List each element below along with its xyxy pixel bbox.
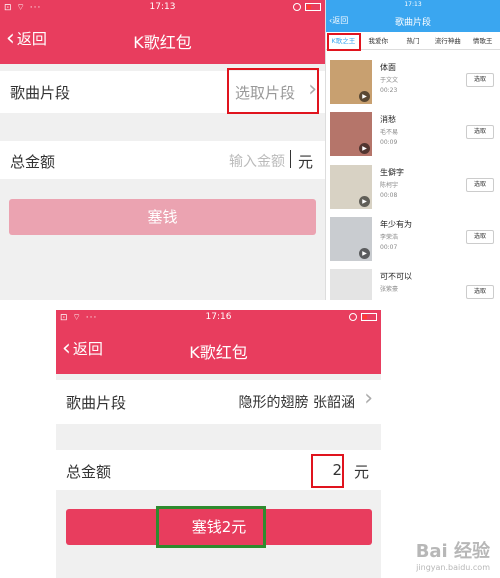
select-button[interactable]: 选取 — [466, 285, 494, 299]
nav-bar: ‹返回 歌曲片段 — [326, 10, 500, 32]
battery-icon — [305, 3, 321, 11]
play-icon[interactable]: ▶ — [359, 248, 370, 259]
tab-wo-ai-ni[interactable]: 我爱你 — [361, 32, 396, 49]
status-right-icons — [349, 313, 377, 321]
song-artist: 陈柯宇 — [380, 182, 399, 189]
highlight-box-red — [227, 68, 319, 114]
song-fragment-label: 歌曲片段 — [10, 84, 71, 102]
currency-unit: 元 — [297, 153, 313, 171]
song-name: 生僻字 — [380, 168, 404, 177]
play-icon[interactable]: ▶ — [359, 143, 370, 154]
song-artist: 李荣浩 — [380, 234, 399, 241]
song-duration: 00:23 — [380, 87, 398, 94]
status-time: 17:13 — [404, 1, 422, 8]
status-bar: 17:13 — [326, 0, 500, 10]
song-artist: 毛不易 — [380, 129, 399, 136]
song-duration: 00:09 — [380, 139, 398, 146]
currency-unit: 元 — [353, 463, 369, 481]
amount-label: 总金额 — [10, 153, 56, 171]
alarm-icon — [349, 313, 357, 321]
select-button[interactable]: 选取 — [466, 230, 494, 244]
song-artist: 张紫豪 — [380, 286, 399, 293]
song-item[interactable]: ▶ 消愁 毛不易 00:09 选取 — [326, 108, 500, 160]
song-duration: 00:07 — [380, 244, 398, 251]
song-item[interactable]: ▶ 体面 于文文 00:23 选取 — [326, 56, 500, 108]
watermark-text: Bai 经验 — [415, 541, 490, 562]
submit-button-disabled[interactable]: 塞钱 — [9, 199, 316, 235]
watermark-sub: jingyan.baidu.com — [416, 563, 490, 572]
song-fragment-label: 歌曲片段 — [66, 394, 127, 412]
panel-song-fragment-picker: 17:13 ‹返回 歌曲片段 K歌之王 我爱你 热门 流行神曲 情歌王 ▶ 体面… — [325, 0, 500, 300]
tab-re-men[interactable]: 热门 — [396, 32, 431, 49]
page-title: 歌曲片段 — [394, 18, 431, 28]
select-button[interactable]: 选取 — [466, 178, 494, 192]
highlight-box-green — [156, 506, 266, 548]
status-time: 17:13 — [149, 2, 176, 12]
watermark: Bai 经验 jingyan.baidu.com — [416, 537, 490, 572]
tab-qing-ge-wang[interactable]: 情歌王 — [465, 32, 500, 49]
play-icon[interactable]: ▶ — [359, 91, 370, 102]
song-fragment-row[interactable]: 歌曲片段 隐形的翅膀 张韶涵 › — [56, 380, 381, 424]
page-title: K歌红包 — [133, 33, 192, 52]
text-cursor — [290, 150, 291, 168]
select-button[interactable]: 选取 — [466, 73, 494, 87]
song-name: 可不可以 — [380, 272, 412, 281]
song-artist: 于文文 — [380, 77, 399, 84]
song-item[interactable]: 可不可以 张紫豪 选取 — [326, 265, 500, 300]
page-title: K歌红包 — [189, 343, 248, 362]
battery-icon — [361, 313, 377, 321]
tab-liu-xing-shen-qu[interactable]: 流行神曲 — [430, 32, 465, 49]
highlight-box-red — [327, 33, 361, 51]
nav-bar: ‹ 返回 K歌红包 — [56, 326, 381, 374]
status-bar: ⊡ ⌔ ··· 17:16 — [56, 310, 381, 326]
status-time: 17:16 — [205, 312, 232, 322]
nav-bar: ‹ 返回 K歌红包 — [0, 16, 325, 64]
amount-input[interactable]: 输入金额 — [229, 151, 285, 171]
status-right-icons — [293, 3, 321, 11]
song-item[interactable]: ▶ 年少有为 李荣浩 00:07 选取 — [326, 213, 500, 265]
panel-kge-hongbao-empty: ⊡ ⌔ ··· 17:13 ‹ 返回 K歌红包 歌曲片段 选取片段 › 总金额 … — [0, 0, 325, 300]
song-item[interactable]: ▶ 生僻字 陈柯宇 00:08 选取 — [326, 161, 500, 213]
song-name: 体面 — [380, 63, 396, 72]
selected-song-value[interactable]: 隐形的翅膀 张韶涵 — [239, 392, 355, 412]
play-icon[interactable]: ▶ — [359, 196, 370, 207]
panel-kge-hongbao-filled: ⊡ ⌔ ··· 17:16 ‹ 返回 K歌红包 歌曲片段 隐形的翅膀 张韶涵 ›… — [56, 310, 381, 578]
song-duration: 00:08 — [380, 192, 398, 199]
album-cover — [330, 269, 372, 300]
amount-label: 总金额 — [66, 463, 112, 481]
alarm-icon — [293, 3, 301, 11]
select-button[interactable]: 选取 — [466, 125, 494, 139]
highlight-box-red — [311, 454, 344, 488]
status-bar: ⊡ ⌔ ··· 17:13 — [0, 0, 325, 16]
song-name: 年少有为 — [380, 220, 412, 229]
chevron-right-icon: › — [364, 386, 373, 411]
song-name: 消愁 — [380, 115, 396, 124]
amount-row: 总金额 输入金额 元 — [0, 141, 325, 179]
